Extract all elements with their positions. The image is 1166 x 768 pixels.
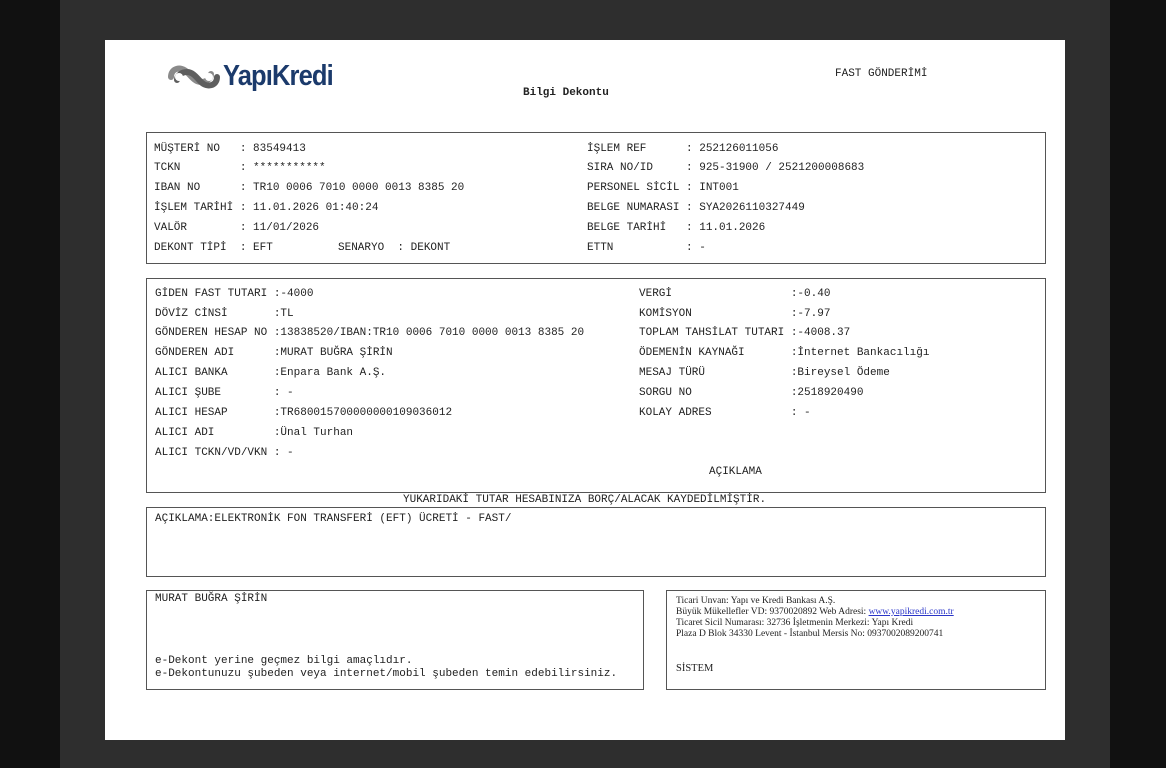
sistem-label: SİSTEM: [676, 663, 714, 674]
disclaimer-2: e-Dekontunuzu şubeden veya internet/mobi…: [155, 668, 618, 680]
vd-text: Büyük Mükellefler VD: 9370020892 Web Adr…: [676, 607, 869, 617]
borc-notice: YUKARIDAKİ TUTAR HESABINIZA BORÇ/ALACAK …: [403, 494, 767, 506]
customer-name: MURAT BUĞRA ŞİRİN: [155, 593, 268, 605]
background-right: [1110, 0, 1166, 768]
odeme-kaynagi: ÖDEMENİN KAYNAĞI :İnternet Bankacılığı: [639, 347, 930, 359]
alici-banka: ALICI BANKA :Enpara Bank A.Ş.: [155, 367, 387, 379]
ettn: ETTN : -: [587, 242, 706, 254]
web-link[interactable]: www.yapikredi.com.tr: [869, 607, 954, 617]
aciklama-text: AÇIKLAMA:ELEKTRONİK FON TRANSFERİ (EFT) …: [155, 513, 512, 525]
islem-ref: İŞLEM REF : 252126011056: [587, 143, 779, 155]
valor: VALÖR : 11/01/2026: [154, 222, 320, 234]
yapikredi-logo-icon: [168, 65, 220, 89]
alici-adi: ALICI ADI :Ünal Turhan: [155, 427, 354, 439]
vergi-dairesi: Büyük Mükellefler VD: 9370020892 Web Adr…: [676, 607, 954, 618]
sira-no: SIRA NO/ID : 925-31900 / 2521200008683: [587, 162, 865, 174]
ticaret-sicil: Ticaret Sicil Numarası: 32736 İşletmenin…: [676, 618, 914, 628]
sorgu-no: SORGU NO :2518920490: [639, 387, 864, 399]
iban-no: IBAN NO : TR10 0006 7010 0000 0013 8385 …: [154, 182, 465, 194]
description-box: AÇIKLAMA:ELEKTRONİK FON TRANSFERİ (EFT) …: [146, 507, 1046, 577]
brand-name: YapıKredi: [223, 60, 334, 92]
customer-info-box: MÜŞTERİ NO : 83549413 TCKN : ***********…: [146, 132, 1046, 264]
ticari-unvan: Ticari Unvan: Yapı ve Kredi Bankası A.Ş.: [676, 596, 836, 606]
islem-tarihi: İŞLEM TARİHİ : 11.01.2026 01:40:24: [154, 202, 379, 214]
tckn: TCKN : ***********: [154, 162, 326, 174]
alici-hesap: ALICI HESAP :TR680015700000000109036012: [155, 407, 453, 419]
musteri-no: MÜŞTERİ NO : 83549413: [154, 143, 306, 155]
yapikredi-logo: YapıKredi: [165, 58, 345, 98]
receipt-page: YapıKredi FAST GÖNDERİMİ Bilgi Dekontu M…: [105, 40, 1065, 740]
merkez-adres: Plaza D Blok 34330 Levent - İstanbul Mer…: [676, 629, 944, 639]
toplam-tahsilat: TOPLAM TAHSİLAT TUTARI :-4008.37: [639, 327, 851, 339]
belge-tarihi: BELGE TARİHİ : 11.01.2026: [587, 222, 766, 234]
background-left: [0, 0, 60, 768]
personel-sicil: PERSONEL SİCİL : INT001: [587, 182, 739, 194]
kolay-adres: KOLAY ADRES : -: [639, 407, 811, 419]
transfer-details-box: GİDEN FAST TUTARI :-4000 DÖVİZ CİNSİ :TL…: [146, 278, 1046, 493]
giden-fast-tutari: GİDEN FAST TUTARI :-4000: [155, 288, 314, 300]
mesaj-turu: MESAJ TÜRÜ :Bireysel Ödeme: [639, 367, 890, 379]
page-title: Bilgi Dekontu: [523, 87, 609, 99]
vergi: VERGİ :-0.40: [639, 288, 831, 300]
alici-tckn: ALICI TCKN/VD/VKN : -: [155, 447, 294, 459]
disclaimer-1: e-Dekont yerine geçmez bilgi amaçlıdır.: [155, 655, 413, 667]
alici-sube: ALICI ŞUBE : -: [155, 387, 294, 399]
dekont-tipi: DEKONT TİPİ : EFT: [154, 242, 273, 254]
senaryo: SENARYO : DEKONT: [338, 242, 451, 254]
fast-label: FAST GÖNDERİMİ: [835, 68, 928, 80]
gonderen-adi: GÖNDEREN ADI :MURAT BUĞRA ŞİRİN: [155, 347, 393, 359]
gonderen-hesap-no: GÖNDEREN HESAP NO :13838520/IBAN:TR10 00…: [155, 327, 585, 339]
komisyon: KOMİSYON :-7.97: [639, 308, 831, 320]
belge-numarasi: BELGE NUMARASI : SYA2026110327449: [587, 202, 805, 214]
customer-footer-box: MURAT BUĞRA ŞİRİN e-Dekont yerine geçmez…: [146, 590, 644, 690]
aciklama-header: AÇIKLAMA: [709, 466, 762, 478]
bank-info-box: Ticari Unvan: Yapı ve Kredi Bankası A.Ş.…: [666, 590, 1046, 690]
doviz-cinsi: DÖVİZ CİNSİ :TL: [155, 308, 294, 320]
